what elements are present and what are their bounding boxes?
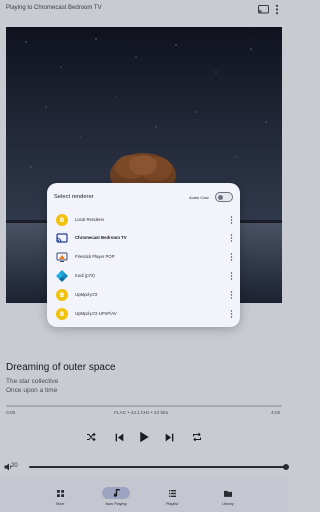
duration: 4:02 (271, 411, 281, 416)
list-icon (168, 489, 176, 497)
grid-icon (56, 489, 64, 497)
volume-icon (4, 463, 11, 471)
previous-button[interactable] (111, 429, 127, 445)
more-icon[interactable] (230, 290, 233, 300)
renderer-item-local[interactable]: B Local Renderer (47, 211, 240, 229)
shuffle-icon (87, 432, 96, 442)
kodi-icon (56, 270, 68, 282)
volume-slider-handle[interactable] (283, 464, 289, 470)
volume-value: 20 (11, 463, 18, 469)
svg-text:B: B (60, 292, 65, 299)
nav-item-library[interactable]: Library (200, 478, 256, 512)
more-icon[interactable] (230, 252, 233, 262)
nav-item-now-playing[interactable]: Now Playing (88, 478, 144, 512)
cast-icon[interactable] (258, 5, 269, 14)
artist-name: The star collective (6, 378, 59, 385)
audio-cast-label: Audio Cast (189, 195, 209, 200)
audio-format: FLAC • 44.1 kHz • 24 bits (114, 411, 169, 416)
dialog-title: Select renderer (54, 194, 94, 200)
cast-icon (56, 233, 68, 243)
renderer-label: UpMpd-p72 (75, 292, 98, 297)
play-button[interactable] (135, 429, 151, 445)
repeat-button[interactable] (189, 429, 205, 445)
more-options-icon[interactable] (274, 4, 280, 15)
top-bar: Playing to Chromecast Bedroom TV (0, 0, 288, 22)
renderer-item-upmpd-upnp-av[interactable]: B UpMpd-p72-UPnP/AV (47, 305, 240, 323)
music-note-icon (113, 489, 120, 497)
upnp-icon: B (56, 289, 68, 301)
firestick-icon (56, 252, 68, 262)
skip-next-icon (165, 433, 173, 441)
seek-bar[interactable] (6, 405, 282, 407)
nav-label-now-playing: Now Playing (105, 502, 127, 506)
playing-to-title: Playing to Chromecast Bedroom TV (6, 5, 102, 11)
nav-label-store: Store (55, 502, 65, 506)
nav-item-playlist[interactable]: Playlist (144, 478, 200, 512)
svg-text:B: B (60, 311, 65, 318)
song-title: Dreaming of outer space (6, 362, 116, 373)
bottom-navigation: Store Now Playing Playlist Library (0, 478, 288, 512)
renderer-label: Local Renderer (75, 217, 105, 222)
shuffle-button[interactable] (83, 429, 99, 445)
renderer-label: UpMpd-p72-UPnP/AV (75, 311, 117, 316)
skip-previous-icon (115, 433, 123, 441)
renderer-item-chromecast[interactable]: Chromecast Bedroom TV (47, 229, 240, 247)
more-icon[interactable] (230, 309, 233, 319)
more-icon[interactable] (230, 271, 233, 281)
next-button[interactable] (161, 429, 177, 445)
renderer-label: Firestick Player POP (75, 254, 115, 259)
renderer-item-kodi[interactable]: Kodi (p72) (47, 267, 240, 285)
renderer-item-firestick[interactable]: Firestick Player POP (47, 248, 240, 266)
repeat-icon (193, 432, 201, 442)
svg-text:B: B (60, 217, 65, 224)
more-icon[interactable] (230, 215, 233, 225)
renderer-label: Kodi (p72) (75, 273, 95, 278)
renderer-label: Chromecast Bedroom TV (75, 235, 127, 240)
elapsed-time: 0:00 (6, 411, 16, 416)
more-icon[interactable] (230, 233, 233, 243)
upnp-icon: B (56, 308, 68, 320)
renderer-item-upmpd[interactable]: B UpMpd-p72 (47, 286, 240, 304)
album-name: Once upon a time (6, 387, 58, 394)
select-renderer-dialog: Select renderer Audio Cast B Local Rende… (47, 183, 240, 327)
volume-slider[interactable] (29, 466, 287, 468)
nav-label-playlist: Playlist (165, 502, 179, 506)
folder-icon (224, 490, 232, 497)
nav-item-store[interactable]: Store (32, 478, 88, 512)
audio-cast-toggle[interactable] (215, 192, 233, 202)
local-renderer-icon: B (56, 214, 68, 226)
nav-label-library: Library (222, 502, 234, 506)
play-icon (139, 431, 149, 443)
volume-control[interactable]: 20 (4, 461, 289, 473)
